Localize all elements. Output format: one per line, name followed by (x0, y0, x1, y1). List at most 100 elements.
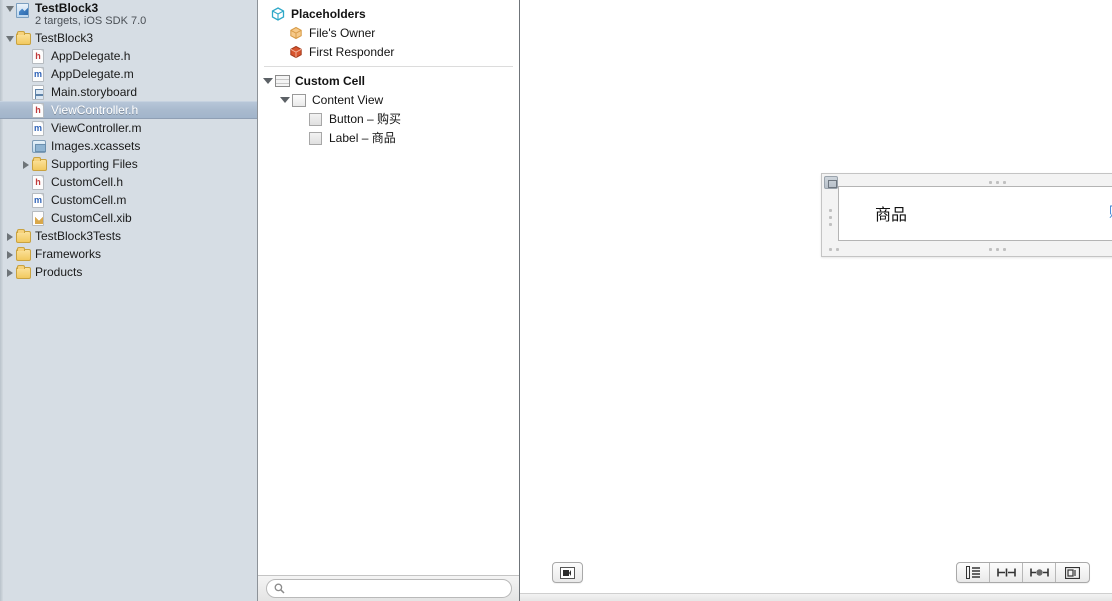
canvas-bottom-strip (520, 593, 1112, 601)
assets-icon (32, 139, 46, 154)
project-file-label: AppDelegate.m (51, 67, 134, 81)
outline-label: File's Owner (309, 25, 376, 40)
project-file-label: TestBlock3Tests (35, 229, 122, 243)
table-cell-icon (275, 74, 290, 88)
outline-item-custom-cell[interactable]: Custom Cell (258, 71, 519, 90)
folder-icon (16, 30, 31, 46)
disclosure-triangle-icon[interactable] (4, 248, 16, 260)
hide-document-outline-button[interactable] (552, 562, 583, 583)
header-file-icon: h (32, 174, 46, 190)
source-file-icon: m (32, 66, 46, 82)
project-file-label: ViewController.h (51, 103, 139, 117)
project-file-row[interactable]: h CustomCell.h (0, 173, 257, 191)
disclosure-triangle-icon[interactable] (4, 266, 16, 278)
project-file-row[interactable]: Frameworks (0, 245, 257, 263)
header-file-icon: h (32, 102, 46, 118)
project-file-row[interactable]: TestBlock3Tests (0, 227, 257, 245)
disclosure-triangle-icon[interactable] (20, 158, 32, 170)
project-file-row[interactable]: h ViewController.h (0, 101, 257, 119)
project-file-row[interactable]: Supporting Files (0, 155, 257, 173)
view-icon (292, 93, 307, 107)
project-navigator[interactable]: TestBlock3 2 targets, iOS SDK 7.0 TestBl… (0, 0, 258, 601)
resolve-issues-segment[interactable] (1056, 563, 1089, 582)
project-file-list: TestBlock3 h AppDelegate.h m AppDelegate.m Ma… (0, 29, 257, 281)
project-file-row[interactable]: CustomCell.xib (0, 209, 257, 227)
outline-item-label[interactable]: Label – 商品 (258, 128, 519, 147)
outline-label: First Responder (309, 44, 395, 59)
cube-orange-icon (289, 26, 304, 40)
document-outline-segment[interactable] (957, 563, 990, 582)
button-icon (309, 112, 324, 126)
project-file-row[interactable]: m CustomCell.m (0, 191, 257, 209)
outline-item-files-owner[interactable]: File's Owner (258, 23, 519, 42)
project-file-label: CustomCell.m (51, 193, 127, 207)
project-file-row[interactable]: TestBlock3 (0, 29, 257, 47)
project-file-row[interactable]: m ViewController.m (0, 119, 257, 137)
auto-layout-segmented-control[interactable] (956, 562, 1090, 583)
pin-segment[interactable] (1023, 563, 1056, 582)
project-file-row[interactable]: Main.storyboard (0, 83, 257, 101)
project-name: TestBlock3 (35, 1, 99, 15)
disclosure-triangle-icon[interactable] (4, 2, 16, 14)
align-icon (996, 568, 1016, 577)
custom-cell-preview[interactable]: 商品 购买 (821, 173, 1112, 257)
resize-dot (829, 216, 832, 219)
resize-dot (989, 181, 992, 184)
project-file-row[interactable]: h AppDelegate.h (0, 47, 257, 65)
outline-label: Label – 商品 (329, 131, 396, 145)
cube-cyan-icon (271, 6, 286, 21)
outline-filter-bar (258, 575, 519, 601)
project-file-row[interactable]: m AppDelegate.m (0, 65, 257, 83)
document-outline-panel[interactable]: Placeholders File's Owner First Responde… (258, 0, 520, 601)
resize-dot (829, 209, 832, 212)
project-tree: TestBlock3 2 targets, iOS SDK 7.0 TestBl… (0, 0, 257, 281)
folder-icon (16, 264, 31, 280)
pin-icon (1029, 568, 1049, 577)
xcode-window: TestBlock3 2 targets, iOS SDK 7.0 TestBl… (0, 0, 1112, 601)
project-text: TestBlock3 2 targets, iOS SDK 7.0 (35, 2, 146, 28)
disclosure-triangle-icon[interactable] (279, 93, 292, 106)
disclosure-spacer (20, 104, 32, 116)
align-segment[interactable] (990, 563, 1023, 582)
document-outline-icon (965, 566, 980, 579)
project-file-row[interactable]: Images.xcassets (0, 137, 257, 155)
project-file-label: CustomCell.xib (51, 211, 132, 225)
project-file-label: AppDelegate.h (51, 49, 131, 63)
project-file-label: CustomCell.h (51, 175, 124, 189)
project-file-label: Products (35, 265, 83, 279)
cell-title-label: 商品 (875, 205, 908, 224)
outline-label: Custom Cell (295, 73, 366, 88)
interface-builder-canvas[interactable]: 商品 购买 (520, 0, 1112, 601)
outline-label: Button – 购买 (329, 112, 402, 126)
cell-content-view[interactable]: 商品 购买 (838, 186, 1112, 241)
disclosure-triangle-icon[interactable] (4, 32, 16, 44)
outline-search-field[interactable] (266, 579, 512, 598)
outline-item-content-view[interactable]: Content View (258, 90, 519, 109)
resize-dot (836, 248, 839, 251)
folder-icon (16, 228, 31, 244)
outline-label: Content View (312, 92, 384, 107)
disclosure-triangle-icon[interactable] (4, 230, 16, 242)
project-file-label: TestBlock3 (35, 31, 94, 45)
resize-dot (829, 248, 832, 251)
outline-item-button[interactable]: Button – 购买 (258, 109, 519, 128)
constraints-badge-icon[interactable] (824, 176, 838, 189)
disclosure-triangle-icon[interactable] (262, 74, 275, 87)
resize-dot (996, 248, 999, 251)
disclosure-spacer (20, 140, 32, 152)
project-file-row[interactable]: Products (0, 263, 257, 281)
outline-item-first-responder[interactable]: First Responder (258, 42, 519, 61)
folder-icon (16, 246, 31, 262)
project-root-row[interactable]: TestBlock3 2 targets, iOS SDK 7.0 (0, 1, 257, 29)
resize-dot (829, 223, 832, 226)
xib-file-icon (32, 210, 46, 226)
outline-divider (264, 66, 513, 67)
resize-dot (1003, 248, 1006, 251)
header-file-icon: h (32, 48, 46, 64)
disclosure-spacer (20, 176, 32, 188)
disclosure-spacer (20, 212, 32, 224)
resolve-issues-icon (1065, 566, 1080, 579)
outline-group-placeholders[interactable]: Placeholders (258, 4, 519, 23)
resize-dot (996, 181, 999, 184)
disclosure-spacer (20, 122, 32, 134)
